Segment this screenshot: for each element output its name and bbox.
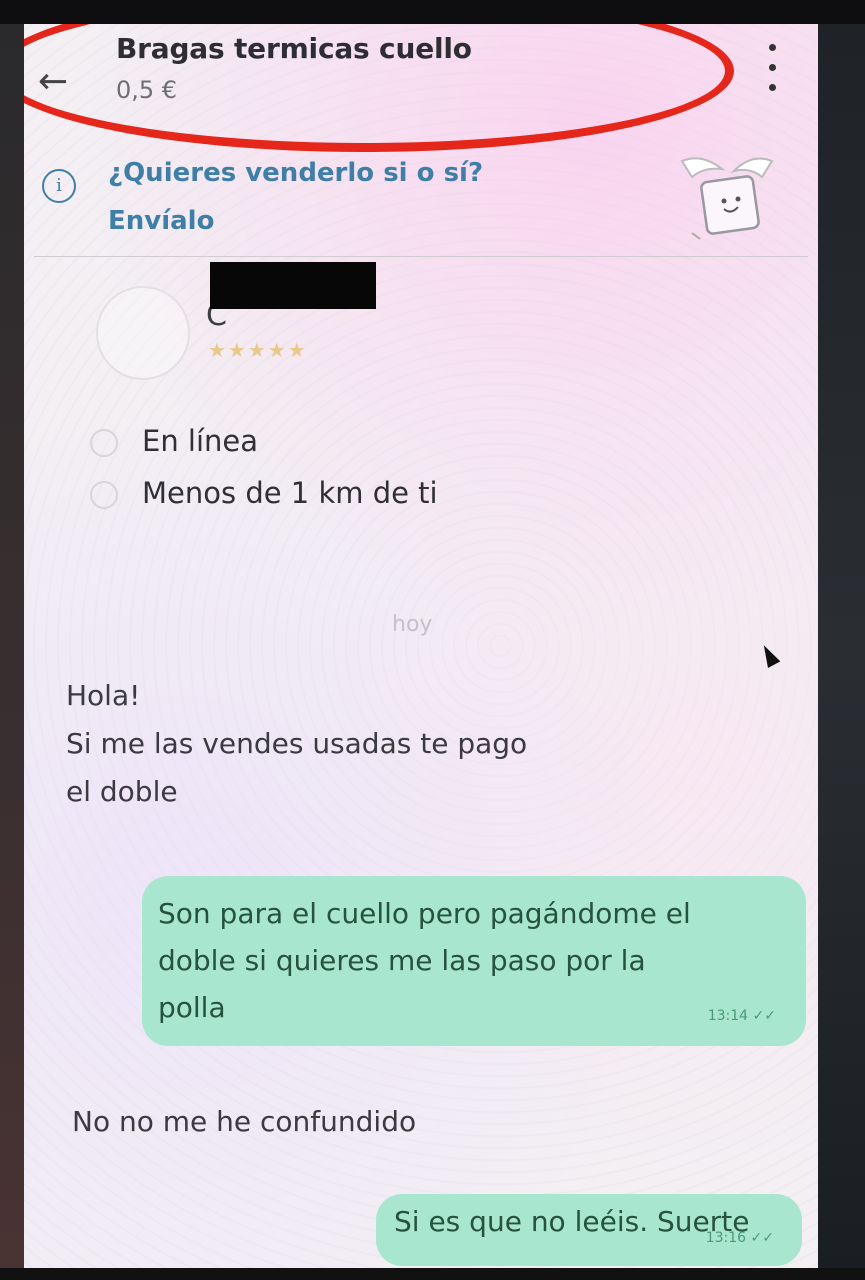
chat-header: ← Bragas termicas cuello 0,5 € bbox=[24, 24, 818, 144]
status-icon bbox=[90, 429, 118, 457]
message-time: 13:14 ✓✓ bbox=[708, 993, 776, 1040]
incoming-message: No no me he confundido bbox=[72, 1098, 416, 1146]
info-icon: i bbox=[42, 169, 76, 203]
chat-screen: ← Bragas termicas cuello 0,5 € i ¿Quiere… bbox=[24, 24, 818, 1268]
sell-tip-text: ¿Quieres venderlo si o sí? Envíalo bbox=[108, 158, 484, 236]
flying-box-icon bbox=[680, 157, 774, 240]
online-status: En línea bbox=[90, 424, 258, 458]
message-line: polla bbox=[158, 991, 226, 1024]
online-label: En línea bbox=[142, 424, 259, 458]
photo-left-edge bbox=[0, 24, 24, 1280]
message-line: Hola! bbox=[66, 679, 141, 712]
item-title: Bragas termicas cuello bbox=[116, 32, 472, 65]
date-separator: hoy bbox=[392, 612, 433, 637]
double-check-icon: ✓✓ bbox=[750, 1230, 774, 1246]
rating-stars: ★★★★★ bbox=[208, 338, 308, 362]
message-time: 13:16 ✓✓ bbox=[706, 1215, 774, 1262]
location-icon bbox=[90, 481, 118, 509]
seller-profile[interactable]: C ★★★★★ En línea Menos de 1 km de ti bbox=[24, 274, 818, 534]
distance-label: Menos de 1 km de ti bbox=[142, 476, 438, 510]
message-line: No no me he confundido bbox=[72, 1105, 417, 1138]
message-time-text: 13:14 bbox=[707, 1008, 749, 1024]
photo-top-border bbox=[0, 0, 865, 24]
avatar[interactable] bbox=[96, 286, 190, 380]
photo-bottom-edge bbox=[0, 1268, 865, 1280]
item-price: 0,5 € bbox=[116, 76, 178, 104]
message-time-text: 13:16 bbox=[705, 1230, 747, 1246]
outgoing-message: Si es que no leéis. Suerte 13:16 ✓✓ bbox=[376, 1194, 802, 1266]
divider bbox=[34, 256, 808, 257]
back-arrow-icon[interactable]: ← bbox=[38, 64, 68, 100]
message-line: Son para el cuello pero pagándome el bbox=[158, 897, 691, 930]
message-line: Si me las vendes usadas te pago bbox=[66, 727, 528, 760]
redaction-bar bbox=[210, 262, 376, 309]
distance-info: Menos de 1 km de ti bbox=[90, 476, 438, 510]
outgoing-message: Son para el cuello pero pagándome el dob… bbox=[142, 876, 806, 1046]
message-line: el doble bbox=[66, 775, 178, 808]
mouse-cursor-icon bbox=[757, 642, 781, 668]
message-line: doble si quieres me las paso por la bbox=[158, 944, 646, 977]
double-check-icon: ✓✓ bbox=[752, 1008, 776, 1024]
more-options-icon[interactable] bbox=[760, 44, 784, 100]
sell-tip-banner[interactable]: i ¿Quieres venderlo si o sí? Envíalo bbox=[24, 149, 818, 259]
photo-right-edge bbox=[818, 24, 865, 1280]
incoming-message: Hola! Si me las vendes usadas te pago el… bbox=[66, 672, 626, 816]
